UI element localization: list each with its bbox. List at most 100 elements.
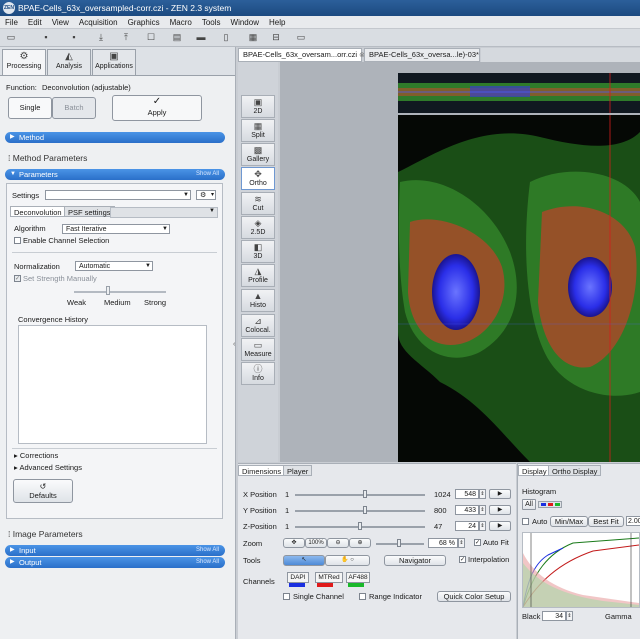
view-split-button[interactable]: ▦ Split (241, 119, 275, 142)
single-toggle[interactable]: Single (8, 97, 52, 119)
view-cut-button[interactable]: ≋ Cut (241, 192, 275, 215)
view-colocal-button[interactable]: ⊿ Colocal. (241, 314, 275, 337)
best-fit-button[interactable]: Best Fit (588, 516, 624, 527)
y-position-play-button[interactable]: ▶ (489, 505, 511, 515)
doc-tab-2[interactable]: BPAE-Cells_63x_oversa...le)-03* ⊗ (364, 48, 487, 62)
menu-help[interactable]: Help (264, 16, 290, 29)
toggle-panel-icon[interactable]: ▯ (220, 32, 232, 43)
tab-ortho-display[interactable]: Ortho Display (548, 465, 602, 476)
pointer-tool-button[interactable]: ↖ (283, 555, 325, 566)
z-position-thumb[interactable] (358, 522, 362, 530)
zoom-100-button[interactable]: 100% (305, 538, 327, 548)
menu-acquisition[interactable]: Acquisition (74, 16, 123, 29)
auto-checkbox[interactable] (522, 518, 529, 525)
channel-af488[interactable]: AF488 (346, 572, 370, 583)
zoom-input[interactable]: 68 % (428, 538, 458, 548)
gamma-input[interactable]: 2.00 (626, 516, 640, 526)
view-info-button[interactable]: ⓘ Info (241, 362, 275, 385)
view-ortho-button[interactable]: ✥ Ortho (241, 167, 275, 190)
defaults-button[interactable]: ↺ Defaults (13, 479, 73, 503)
image-viewer[interactable] (280, 62, 640, 462)
export-icon[interactable]: ⤒ (120, 32, 132, 43)
tab-deconvolution[interactable]: Deconvolution (10, 206, 66, 217)
menu-macro[interactable]: Macro (165, 16, 197, 29)
navigator-button[interactable]: Navigator (384, 555, 446, 566)
tab-psf-settings[interactable]: PSF settings (64, 206, 115, 217)
tab-analysis[interactable]: ◭ Analysis (47, 49, 91, 75)
menu-tools[interactable]: Tools (197, 16, 226, 29)
black-input[interactable]: 34 (542, 611, 566, 621)
menu-view[interactable]: View (47, 16, 74, 29)
hand-tool-button[interactable]: ✋ ○ (325, 555, 370, 566)
menu-file[interactable]: File (0, 16, 23, 29)
open-folder-icon[interactable]: ▭ (5, 32, 17, 43)
doc-tab-1[interactable]: BPAE-Cells_63x_oversam...orr.czi ⊗ (238, 48, 365, 62)
close-doc-icon[interactable]: ☐ (145, 32, 157, 43)
tab-player[interactable]: Player (283, 465, 313, 476)
histogram-plot[interactable] (522, 532, 640, 608)
tab-dimensions[interactable]: Dimensions (238, 465, 286, 476)
settings-icon[interactable]: ⊟ (270, 32, 282, 43)
grid-icon[interactable]: ▦ (247, 32, 259, 43)
input-bar[interactable]: ▶ Input Show All (5, 545, 225, 556)
show-all-toggle[interactable]: Show All (196, 169, 219, 180)
apply-button[interactable]: ✓ Apply (112, 95, 202, 121)
normalization-combo[interactable]: Automatic ▼ (75, 261, 153, 271)
algorithm-combo[interactable]: Fast Iterative ▼ (62, 224, 170, 234)
method-bar[interactable]: ▶ Method (5, 132, 225, 143)
zoom-out-button[interactable]: ⊖ (327, 538, 349, 548)
layout-icon[interactable]: ▤ (171, 32, 183, 43)
z-position-play-button[interactable]: ▶ (489, 521, 511, 531)
view-histo-button[interactable]: ▲ Histo (241, 289, 275, 312)
histogram-all-button[interactable]: All (522, 499, 536, 510)
y-position-spinner[interactable]: ⇕ (479, 505, 486, 515)
show-all-toggle[interactable]: Show All (196, 557, 219, 568)
y-position-input[interactable]: 433 (455, 505, 479, 515)
min-max-button[interactable]: Min/Max (550, 516, 588, 527)
view-2-5d-button[interactable]: ◈ 2.5D (241, 216, 275, 239)
advanced-settings-section[interactable]: ▸ Advanced Settings (14, 463, 82, 472)
menu-graphics[interactable]: Graphics (123, 16, 165, 29)
x-position-thumb[interactable] (362, 490, 367, 498)
channel-color-swatches[interactable] (538, 501, 562, 508)
x-position-spinner[interactable]: ⇕ (479, 489, 486, 499)
z-position-spinner[interactable]: ⇕ (479, 521, 486, 531)
zoom-in-button[interactable]: ⊕ (349, 538, 371, 548)
y-position-slider[interactable] (295, 510, 425, 512)
batch-toggle[interactable]: Batch (52, 97, 96, 119)
menu-window[interactable]: Window (226, 16, 264, 29)
settings-combo[interactable]: ▼ (45, 190, 191, 200)
tab-display[interactable]: Display (518, 465, 551, 476)
window-layout-icon[interactable]: ▬ (195, 32, 207, 43)
help-icon[interactable]: ▭ (295, 32, 307, 43)
tab-applications[interactable]: ▣ Applications (92, 49, 136, 75)
x-position-play-button[interactable]: ▶ (489, 489, 511, 499)
x-position-slider[interactable] (295, 494, 425, 496)
z-position-input[interactable]: 24 (455, 521, 479, 531)
menu-edit[interactable]: Edit (23, 16, 47, 29)
corrections-section[interactable]: ▸ Corrections (14, 451, 58, 460)
y-position-thumb[interactable] (363, 506, 368, 514)
auto-fit-checkbox[interactable]: ✓ (474, 539, 481, 546)
strength-slider-track[interactable] (74, 291, 166, 293)
channel-dapi[interactable]: DAPI (287, 572, 309, 583)
zoom-pan-button[interactable]: ✥ (283, 538, 305, 548)
save-as-icon[interactable]: ▪ (68, 32, 80, 43)
range-indicator-checkbox[interactable] (359, 593, 366, 600)
settings-menu-button[interactable]: ⚙ ▾ (196, 190, 216, 200)
zoom-slider-thumb[interactable] (397, 539, 401, 547)
set-strength-checkbox[interactable]: ✓ (14, 275, 21, 282)
black-spinner[interactable]: ⇕ (566, 611, 573, 621)
channel-mtred[interactable]: MTRed (315, 572, 343, 583)
view-profile-button[interactable]: ◮ Profile (241, 264, 275, 287)
interpolation-checkbox[interactable]: ✓ (459, 556, 466, 563)
tab-processing[interactable]: ⚙ Processing (2, 49, 46, 76)
output-bar[interactable]: ▶ Output Show All (5, 557, 225, 568)
enable-channel-selection-checkbox[interactable] (14, 237, 21, 244)
view-measure-button[interactable]: ▭ Measure (241, 338, 275, 361)
save-icon[interactable]: ▪ (40, 32, 52, 43)
zoom-spinner[interactable]: ⇕ (458, 538, 465, 548)
view-2d-button[interactable]: ▣ 2D (241, 95, 275, 118)
show-all-toggle[interactable]: Show All (196, 545, 219, 556)
strength-slider-thumb[interactable] (106, 286, 110, 295)
